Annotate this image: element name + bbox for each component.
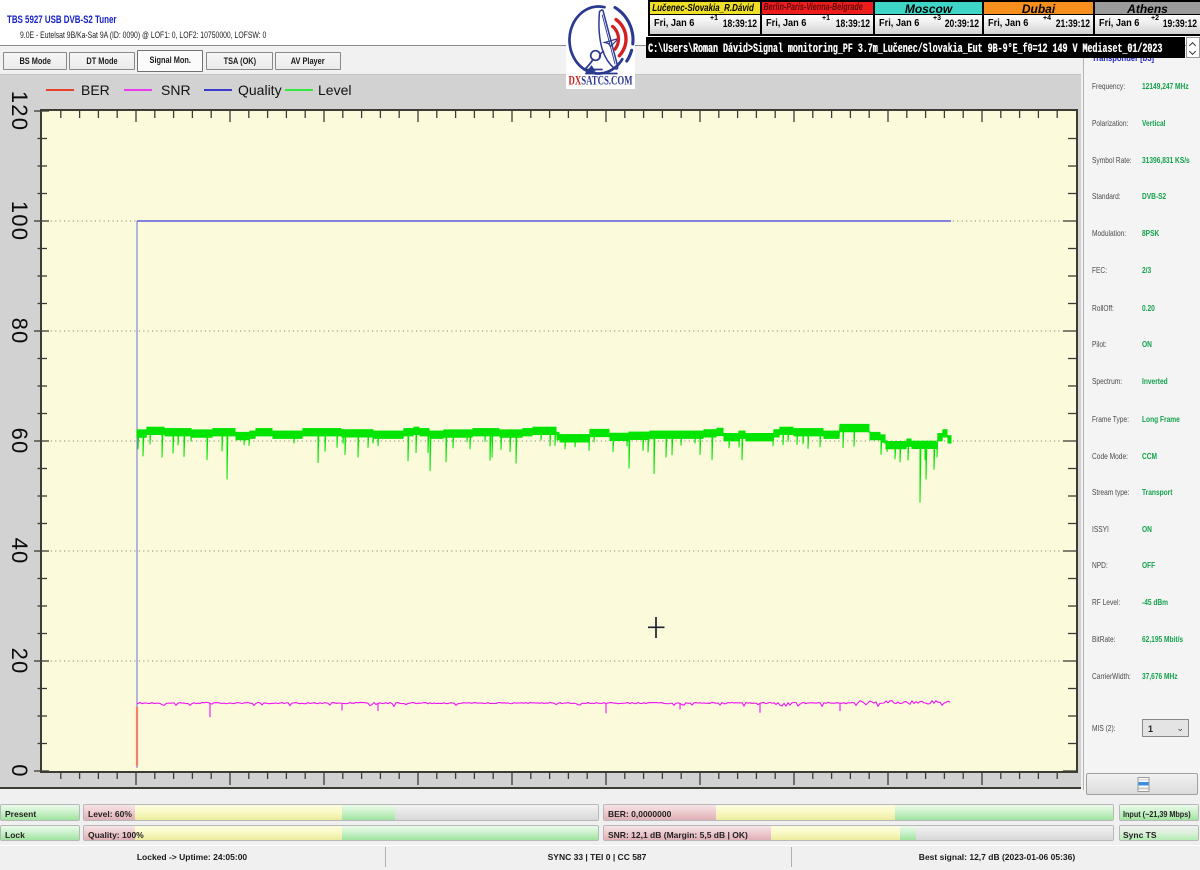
svg-text:DXSATCS.COM: DXSATCS.COM <box>569 74 633 88</box>
